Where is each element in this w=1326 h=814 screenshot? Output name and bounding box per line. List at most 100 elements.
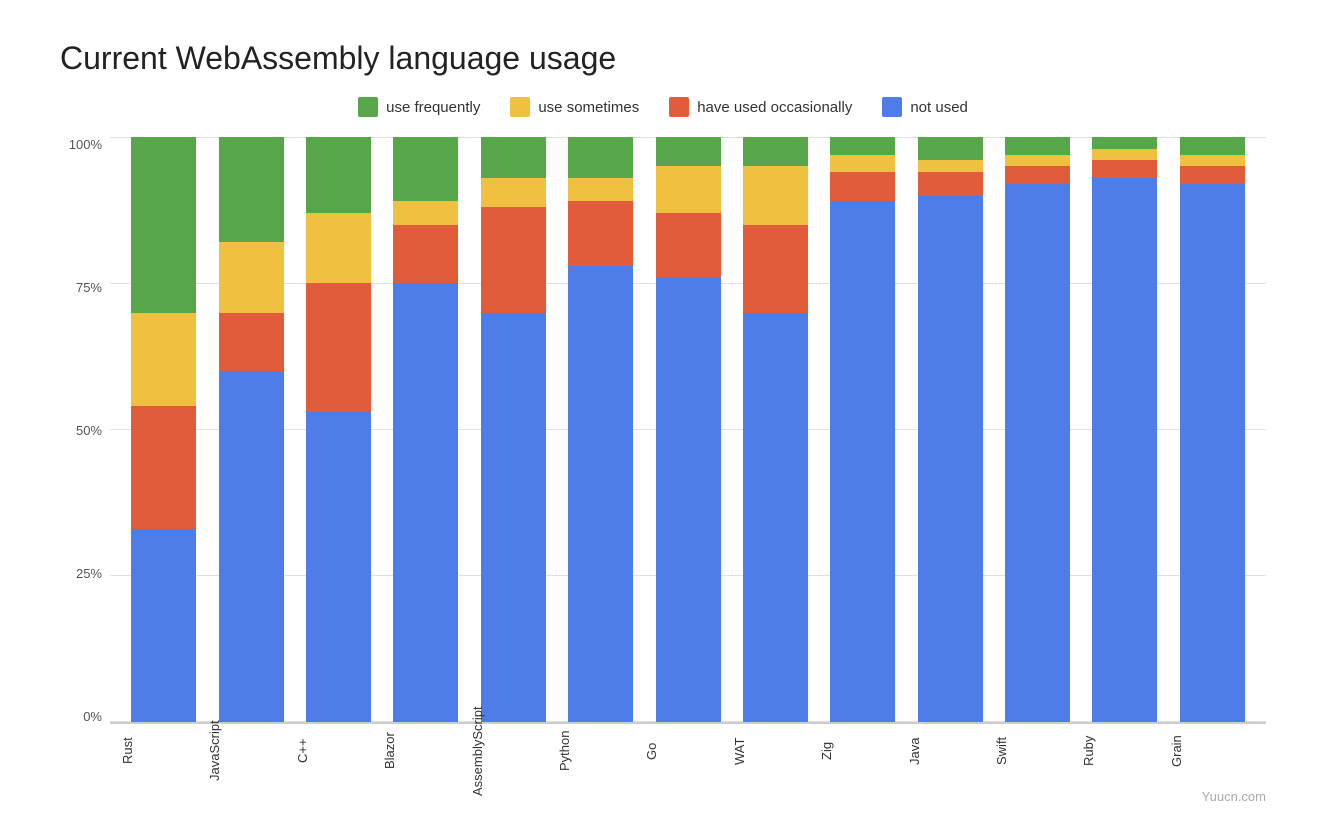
frequently-segment [393,137,458,201]
bar-group [557,137,644,722]
x-axis-label: WAT [732,724,819,784]
legend-item: use sometimes [510,97,639,117]
x-axis-label: Blazor [382,724,469,784]
not-used-segment [918,196,983,723]
bar [1180,137,1245,722]
x-axis-label: Go [644,724,731,784]
occasionally-segment [131,406,196,529]
bar-group [470,137,557,722]
sometimes-segment [918,160,983,172]
not-used-segment [481,313,546,723]
bar [743,137,808,722]
legend-color-box [510,97,530,117]
sometimes-segment [393,201,458,224]
occasionally-segment [1092,160,1157,178]
not-used-segment [393,283,458,722]
legend-label: use frequently [386,99,480,116]
bar [1092,137,1157,722]
sometimes-segment [743,166,808,225]
sometimes-segment [656,166,721,213]
sometimes-segment [1092,149,1157,161]
bar [306,137,371,722]
sometimes-segment [568,178,633,201]
x-axis-label: Swift [994,724,1081,784]
frequently-segment [656,137,721,166]
bar-group [207,137,294,722]
y-axis-label: 75% [76,280,102,295]
not-used-segment [656,277,721,722]
y-axis-label: 25% [76,566,102,581]
y-axis-label: 50% [76,423,102,438]
bar-group [907,137,994,722]
occasionally-segment [1005,166,1070,184]
frequently-segment [743,137,808,166]
occasionally-segment [306,283,371,412]
bars-area [110,137,1266,724]
frequently-segment [1180,137,1245,155]
bars-wrapper: RustJavaScriptC++BlazorAssemblyScriptPyt… [110,137,1266,784]
bar-group [1169,137,1256,722]
bar-group [120,137,207,722]
legend-color-box [358,97,378,117]
frequently-segment [131,137,196,313]
x-axis-label: Java [907,724,994,784]
sometimes-segment [306,213,371,283]
bar-group [732,137,819,722]
legend-item: use frequently [358,97,480,117]
y-axis-label: 0% [83,709,102,724]
bar [219,137,284,722]
bar-group [382,137,469,722]
bar-group [644,137,731,722]
legend-color-box [669,97,689,117]
sometimes-segment [131,313,196,407]
x-axis-label: Python [557,724,644,784]
legend-label: have used occasionally [697,99,852,116]
bar-group [295,137,382,722]
x-axis-label: Rust [120,724,207,784]
chart-title: Current WebAssembly language usage [60,40,1266,77]
legend-label: not used [910,99,968,116]
not-used-segment [568,266,633,722]
frequently-segment [1005,137,1070,155]
sometimes-segment [830,155,895,173]
watermark: Yuucn.com [1202,789,1266,804]
legend-label: use sometimes [538,99,639,116]
bar [481,137,546,722]
not-used-segment [131,529,196,722]
bar [131,137,196,722]
bar-group [819,137,906,722]
occasionally-segment [393,225,458,284]
occasionally-segment [219,313,284,372]
chart-area: 100%75%50%25%0% RustJavaScriptC++BlazorA… [60,137,1266,784]
bar-group [1081,137,1168,722]
x-axis-label: Zig [819,724,906,784]
x-axis-label: JavaScript [207,724,294,784]
x-labels: RustJavaScriptC++BlazorAssemblyScriptPyt… [110,724,1266,784]
occasionally-segment [1180,166,1245,184]
y-axis-label: 100% [69,137,102,152]
not-used-segment [219,371,284,722]
legend-item: have used occasionally [669,97,852,117]
bar [918,137,983,722]
occasionally-segment [918,172,983,195]
occasionally-segment [481,207,546,312]
occasionally-segment [830,172,895,201]
legend: use frequently use sometimes have used occ… [60,97,1266,117]
x-axis-label: Grain [1169,724,1256,784]
not-used-segment [306,412,371,722]
bar-group [994,137,1081,722]
bar [830,137,895,722]
frequently-segment [918,137,983,160]
frequently-segment [1092,137,1157,149]
bar [393,137,458,722]
sometimes-segment [219,242,284,312]
y-axis: 100% 75% 50% 25% 0% [60,137,110,784]
x-axis-label: Ruby [1081,724,1168,784]
frequently-segment [830,137,895,155]
sometimes-segment [1180,155,1245,167]
bars-row [110,137,1266,722]
bar [656,137,721,722]
x-axis-label: C++ [295,724,382,784]
occasionally-segment [568,201,633,265]
frequently-segment [306,137,371,213]
